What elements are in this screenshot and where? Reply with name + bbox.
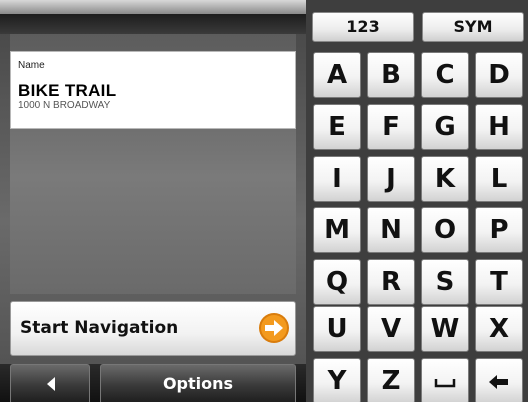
options-button[interactable]: Options (100, 364, 296, 402)
chevron-left-icon (47, 377, 55, 391)
key-r[interactable]: R (367, 259, 415, 305)
space-icon (434, 378, 456, 387)
key-u[interactable]: U (313, 306, 361, 352)
key-p[interactable]: P (475, 207, 523, 253)
key-b[interactable]: B (367, 52, 415, 98)
key-y[interactable]: Y (313, 358, 361, 402)
poi-info-card[interactable]: Name BIKE TRAIL 1000 N BROADWAY (10, 51, 296, 129)
backspace-icon (489, 374, 508, 389)
search-result-screen: Name BIKE TRAIL 1000 N BROADWAY Start Na… (0, 0, 528, 402)
poi-address: 1000 N BROADWAY (18, 100, 111, 111)
key-k[interactable]: K (421, 156, 469, 202)
options-label: Options (162, 374, 234, 393)
key-e[interactable]: E (313, 104, 361, 150)
key-d[interactable]: D (475, 52, 523, 98)
key-v[interactable]: V (367, 306, 415, 352)
key-o[interactable]: O (421, 207, 469, 253)
start-navigation-label: Start Navigation (20, 318, 179, 338)
poi-name: BIKE TRAIL (18, 81, 117, 100)
orange-arrow-right-icon (259, 313, 289, 343)
key-s[interactable]: S (421, 259, 469, 305)
key-g[interactable]: G (421, 104, 469, 150)
key-t[interactable]: T (475, 259, 523, 305)
symbol-mode-key[interactable]: SYM (422, 12, 524, 42)
key-j[interactable]: J (367, 156, 415, 202)
key-i[interactable]: I (313, 156, 361, 202)
key-x[interactable]: X (475, 306, 523, 352)
key-l[interactable]: L (475, 156, 523, 202)
back-button[interactable] (10, 364, 90, 402)
poi-name-label: Name (18, 60, 45, 71)
key-q[interactable]: Q (313, 259, 361, 305)
key-c[interactable]: C (421, 52, 469, 98)
key-n[interactable]: N (367, 207, 415, 253)
key-h[interactable]: H (475, 104, 523, 150)
key-a[interactable]: A (313, 52, 361, 98)
backspace-key[interactable] (475, 358, 523, 402)
key-f[interactable]: F (367, 104, 415, 150)
key-z[interactable]: Z (367, 358, 415, 402)
space-key[interactable] (421, 358, 469, 402)
key-w[interactable]: W (421, 306, 469, 352)
numeric-mode-key[interactable]: 123 (312, 12, 414, 42)
key-m[interactable]: M (313, 207, 361, 253)
top-bar-shade (0, 14, 306, 34)
start-navigation-button[interactable]: Start Navigation (10, 301, 296, 356)
